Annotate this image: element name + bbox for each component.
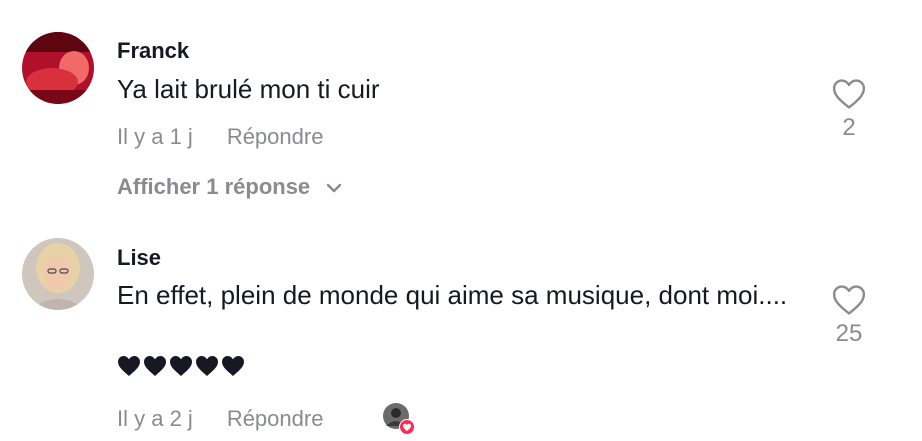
heart-outline-icon (832, 79, 866, 109)
comment-time: Il y a 1 j (117, 124, 193, 149)
avatar[interactable] (22, 238, 94, 310)
emoji-line (117, 355, 247, 382)
like-button[interactable]: 25 (828, 284, 870, 348)
like-count: 25 (835, 320, 863, 347)
comment-text: En effet, plein de monde qui aime sa mus… (117, 280, 788, 310)
heart-outline-icon (832, 285, 866, 315)
reply-button[interactable]: Répondre (227, 124, 324, 149)
comment-meta: Il y a 2 j Répondre (117, 406, 323, 432)
comment-time: Il y a 2 j (117, 406, 193, 431)
liked-by-creator-badge (382, 402, 416, 436)
comment-meta: Il y a 1 j Répondre (117, 124, 323, 150)
like-button[interactable]: 2 (828, 78, 870, 142)
comment-text: Ya lait brulé mon ti cuir (117, 74, 380, 104)
comment-author[interactable]: Lise (117, 245, 161, 271)
like-count: 2 (842, 114, 856, 141)
comment-author[interactable]: Franck (117, 38, 189, 64)
chevron-down-icon (327, 183, 342, 193)
heart-badge-icon (383, 403, 415, 435)
avatar[interactable] (22, 32, 94, 104)
hearts-icon (118, 356, 244, 376)
view-replies-label: Afficher 1 réponse (117, 174, 311, 199)
view-replies-button[interactable]: Afficher 1 réponse (117, 174, 342, 200)
reply-button[interactable]: Répondre (227, 406, 324, 431)
